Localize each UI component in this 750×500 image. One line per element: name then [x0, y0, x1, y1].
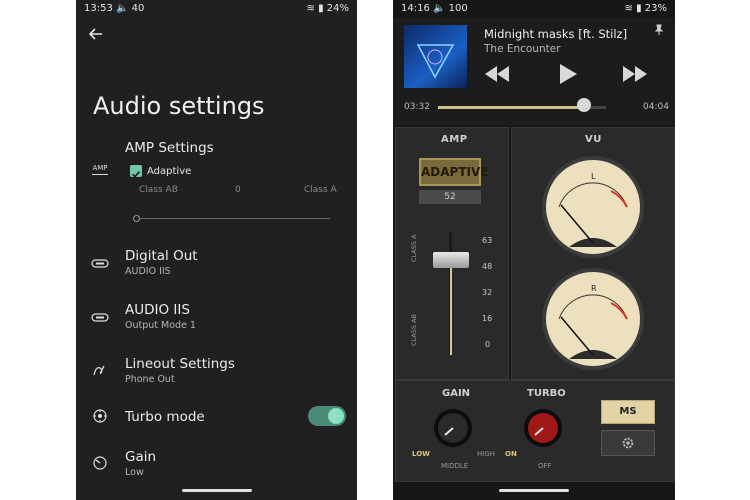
amp-value: 52 — [419, 190, 481, 204]
amp-slider-handle[interactable] — [133, 215, 140, 222]
lineout-icon — [93, 365, 105, 376]
class-a-label: CLASS A — [410, 234, 418, 262]
audio-iis-title: AUDIO IIS — [125, 302, 190, 318]
gain-middle-label: MIDDLE — [441, 462, 469, 470]
vu-meter-left: L — [542, 156, 644, 258]
total-time: 04:04 — [643, 102, 669, 112]
amp-scale-16: 16 — [482, 314, 493, 323]
turbo-toggle[interactable] — [308, 406, 346, 426]
gain-icon — [93, 456, 107, 470]
adaptive-label: Adaptive — [147, 166, 192, 177]
amp-icon-text: AMP — [92, 164, 108, 172]
amp-fader-level — [450, 260, 452, 355]
page-title: Audio settings — [93, 92, 265, 120]
status-time: 13:53 — [84, 3, 113, 14]
turbo-on-label: ON — [505, 450, 517, 458]
status-extra: 100 — [448, 3, 468, 14]
volume-icon: 🔈 — [116, 3, 129, 14]
status-extra: 40 — [131, 3, 145, 14]
toggle-thumb — [328, 408, 344, 424]
status-bar: 13:53 🔈 40 ≋ ▮ 24% — [76, 0, 357, 18]
song-title: Midnight masks [ft. Stilz] — [484, 27, 628, 41]
digital-out-icon — [91, 259, 109, 268]
audio-iis-subtitle: Output Mode 1 — [125, 320, 196, 331]
gain-low-label: LOW — [412, 450, 430, 458]
vu-meter-right: R — [542, 268, 644, 370]
amp-label: AMP — [441, 134, 468, 145]
battery-icon: ▮ — [636, 3, 642, 14]
amp-scale-63: 63 — [482, 236, 493, 245]
back-arrow-icon[interactable] — [88, 26, 104, 42]
amp-scale-32: 32 — [482, 288, 493, 297]
gain-title: Gain — [125, 449, 157, 465]
vu-left-channel: L — [591, 172, 596, 181]
play-icon[interactable] — [557, 62, 579, 86]
ms-logo-button[interactable]: MS — [601, 400, 655, 424]
battery-percent: 23% — [644, 3, 667, 14]
amp-scale-0: 0 — [485, 340, 491, 349]
digital-out-title: Digital Out — [125, 248, 198, 264]
gear-icon — [622, 437, 634, 449]
class-ab-label: CLASS AB — [410, 314, 418, 346]
turbo-knob[interactable] — [523, 408, 563, 448]
tick-class-ab: Class AB — [139, 185, 178, 195]
amp-scale-48: 48 — [482, 262, 493, 271]
battery-percent: 24% — [326, 3, 349, 14]
turbo-off-label: OFF — [538, 462, 552, 470]
seek-handle[interactable] — [577, 98, 592, 112]
fast-forward-icon[interactable] — [621, 62, 649, 86]
audio-iis-icon — [91, 313, 109, 322]
turbo-label: TURBO — [527, 388, 566, 399]
settings-button[interactable] — [601, 430, 655, 456]
gesture-bar[interactable] — [499, 489, 569, 492]
adaptive-mode-button[interactable]: ADAPTIVE — [419, 158, 488, 186]
turbo-title: Turbo mode — [125, 409, 205, 425]
status-bar: 14:16 🔈 100 ≋ ▮ 23% — [393, 0, 675, 18]
amp-slider-track[interactable] — [135, 218, 330, 219]
volume-icon: 🔈 — [433, 3, 446, 14]
wifi-icon: ≋ — [306, 3, 315, 14]
battery-icon: ▮ — [318, 3, 324, 14]
settings-phone-screen: 13:53 🔈 40 ≋ ▮ 24% Audio settings AMP Se… — [76, 0, 357, 500]
gain-label: GAIN — [442, 388, 471, 399]
gain-subtitle: Low — [125, 467, 144, 478]
vu-right-channel: R — [591, 284, 597, 293]
vu-label: VU — [585, 134, 602, 145]
album-art[interactable] — [404, 25, 467, 88]
amp-icon: AMP — [90, 164, 110, 180]
seek-fill — [438, 106, 585, 109]
adaptive-checkbox[interactable] — [130, 165, 142, 178]
gain-high-label: HIGH — [477, 450, 496, 458]
status-time: 14:16 — [401, 3, 430, 14]
pin-icon[interactable] — [653, 24, 665, 36]
amp-fader-handle[interactable] — [433, 252, 469, 268]
elapsed-time: 03:32 — [404, 102, 430, 112]
artist-name: The Encounter — [484, 43, 561, 55]
rewind-icon[interactable] — [483, 62, 511, 86]
player-phone-screen: 14:16 🔈 100 ≋ ▮ 23% Midnight masks [ft. … — [393, 0, 675, 500]
lineout-title: Lineout Settings — [125, 356, 235, 372]
wifi-icon: ≋ — [624, 3, 633, 14]
turbo-icon — [93, 409, 107, 423]
tick-zero: 0 — [235, 185, 241, 195]
lineout-subtitle: Phone Out — [125, 374, 175, 385]
now-playing-bar: Midnight masks [ft. Stilz] The Encounter… — [393, 18, 675, 125]
tick-class-a: Class A — [304, 185, 337, 195]
digital-out-subtitle: AUDIO IIS — [125, 266, 171, 277]
amp-settings-title: AMP Settings — [125, 140, 214, 156]
gain-knob[interactable] — [433, 408, 473, 448]
gesture-bar[interactable] — [181, 489, 252, 492]
